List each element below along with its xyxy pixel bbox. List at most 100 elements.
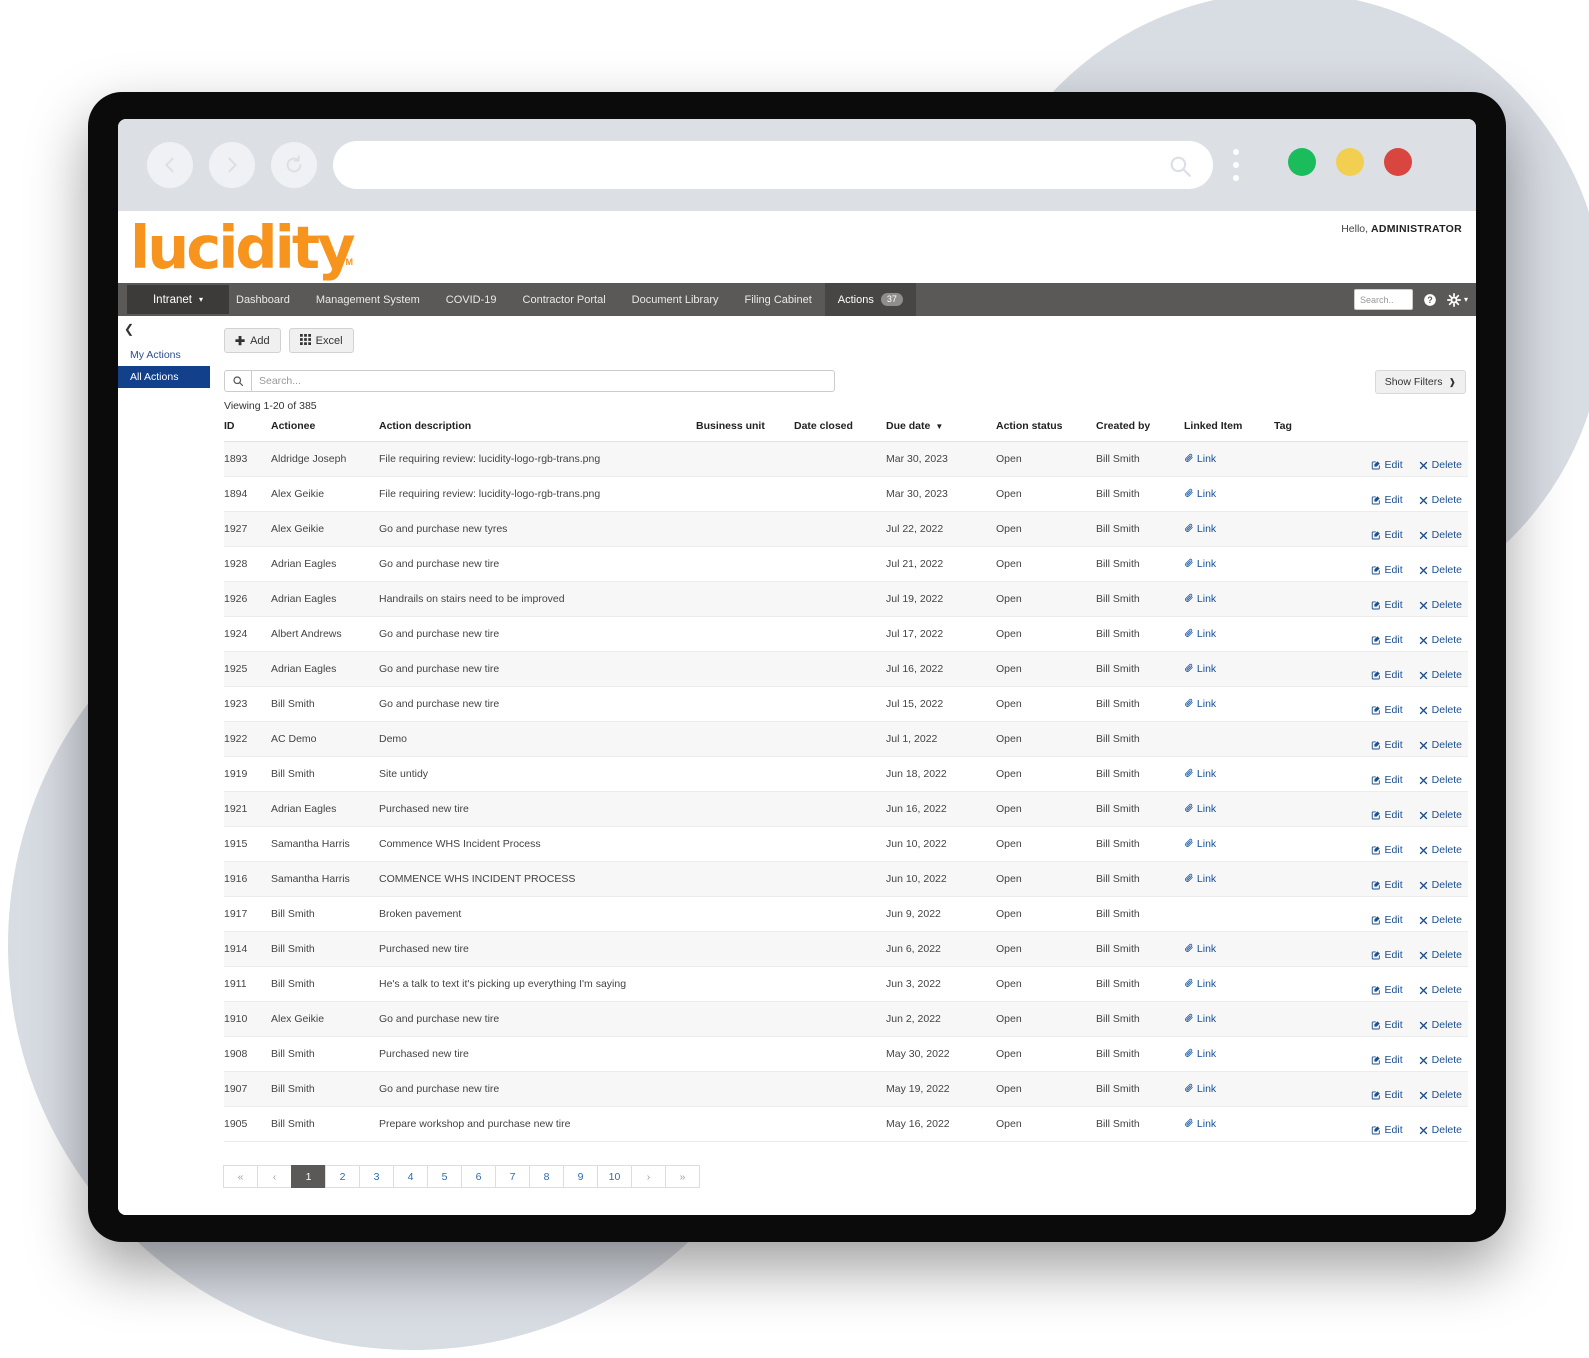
cell-linked-item[interactable]: Link	[1184, 1001, 1274, 1037]
edit-row-button[interactable]: Edit	[1371, 949, 1403, 961]
cell-linked-item[interactable]: Link	[1184, 931, 1274, 967]
table-row[interactable]: 1927 Alex Geikie Go and purchase new tyres…	[224, 511, 1468, 547]
cell-linked-item[interactable]: Link	[1184, 861, 1274, 897]
column-header-tag[interactable]: Tag	[1274, 420, 1364, 442]
delete-row-button[interactable]: Delete	[1419, 809, 1462, 821]
delete-row-button[interactable]: Delete	[1419, 564, 1462, 576]
cell-linked-item[interactable]: Link	[1184, 616, 1274, 652]
delete-row-button[interactable]: Delete	[1419, 984, 1462, 996]
linked-item-link[interactable]: Link	[1184, 663, 1216, 675]
edit-row-button[interactable]: Edit	[1371, 669, 1403, 681]
cell-linked-item[interactable]: Link	[1184, 511, 1274, 547]
nav-item-dashboard[interactable]: Dashboard	[223, 283, 303, 316]
table-row[interactable]: 1910 Alex Geikie Go and purchase new tire J…	[224, 1001, 1468, 1037]
column-header-created-by[interactable]: Created by	[1096, 420, 1184, 442]
column-header-business-unit[interactable]: Business unit	[696, 420, 794, 442]
pagination-page-3[interactable]: 3	[359, 1165, 394, 1188]
cell-linked-item[interactable]: Link	[1184, 1071, 1274, 1107]
table-row[interactable]: 1923 Bill Smith Go and purchase new tire Ju…	[224, 686, 1468, 722]
help-circle-icon[interactable]: ?	[1423, 293, 1437, 307]
linked-item-link[interactable]: Link	[1184, 698, 1216, 710]
pagination-page-4[interactable]: 4	[393, 1165, 428, 1188]
edit-row-button[interactable]: Edit	[1371, 599, 1403, 611]
edit-row-button[interactable]: Edit	[1371, 704, 1403, 716]
cell-linked-item[interactable]: Link	[1184, 1106, 1274, 1142]
window-dot-red[interactable]	[1384, 148, 1412, 176]
edit-row-button[interactable]: Edit	[1371, 1019, 1403, 1031]
delete-row-button[interactable]: Delete	[1419, 634, 1462, 646]
add-button[interactable]: ✚ Add	[224, 328, 281, 353]
linked-item-link[interactable]: Link	[1184, 1048, 1216, 1060]
table-row[interactable]: 1893 Aldridge Joseph File requiring review…	[224, 441, 1468, 477]
edit-row-button[interactable]: Edit	[1371, 984, 1403, 996]
kebab-menu-icon[interactable]	[1233, 149, 1239, 181]
sidebar-item-all-actions[interactable]: All Actions	[118, 366, 210, 388]
delete-row-button[interactable]: Delete	[1419, 1019, 1462, 1031]
delete-row-button[interactable]: Delete	[1419, 704, 1462, 716]
table-row[interactable]: 1908 Bill Smith Purchased new tire May 30, …	[224, 1036, 1468, 1072]
linked-item-link[interactable]: Link	[1184, 453, 1216, 465]
column-header-actionee[interactable]: Actionee	[271, 420, 379, 442]
delete-row-button[interactable]: Delete	[1419, 1054, 1462, 1066]
linked-item-link[interactable]: Link	[1184, 558, 1216, 570]
table-row[interactable]: 1914 Bill Smith Purchased new tire Jun 6, 2…	[224, 931, 1468, 967]
table-row[interactable]: 1922 AC Demo Demo Jul 1, 2022 Open Bill Smith…	[224, 721, 1468, 757]
cell-linked-item[interactable]: Link	[1184, 476, 1274, 512]
linked-item-link[interactable]: Link	[1184, 838, 1216, 850]
linked-item-link[interactable]: Link	[1184, 628, 1216, 640]
cell-linked-item[interactable]: Link	[1184, 966, 1274, 1002]
linked-item-link[interactable]: Link	[1184, 943, 1216, 955]
linked-item-link[interactable]: Link	[1184, 523, 1216, 535]
browser-url-bar[interactable]	[333, 141, 1213, 189]
excel-export-button[interactable]: Excel	[288, 328, 354, 353]
delete-row-button[interactable]: Delete	[1419, 494, 1462, 506]
linked-item-link[interactable]: Link	[1184, 978, 1216, 990]
delete-row-button[interactable]: Delete	[1419, 739, 1462, 751]
edit-row-button[interactable]: Edit	[1371, 1089, 1403, 1101]
nav-item-covid-19[interactable]: COVID-19	[433, 283, 510, 316]
table-row[interactable]: 1928 Adrian Eagles Go and purchase new tir…	[224, 546, 1468, 582]
table-row[interactable]: 1917 Bill Smith Broken pavement Jun 9, 2022…	[224, 896, 1468, 932]
delete-row-button[interactable]: Delete	[1419, 459, 1462, 471]
sidebar-collapse-toggle[interactable]: ❮	[124, 322, 134, 336]
delete-row-button[interactable]: Delete	[1419, 914, 1462, 926]
pagination-page-1[interactable]: 1	[291, 1165, 326, 1188]
edit-row-button[interactable]: Edit	[1371, 564, 1403, 576]
table-row[interactable]: 1919 Bill Smith Site untidy Jun 18, 2022 Ope…	[224, 756, 1468, 792]
delete-row-button[interactable]: Delete	[1419, 529, 1462, 541]
table-row[interactable]: 1915 Samantha Harris Commence WHS Incident…	[224, 826, 1468, 862]
cell-linked-item[interactable]: Link	[1184, 791, 1274, 827]
linked-item-link[interactable]: Link	[1184, 488, 1216, 500]
edit-row-button[interactable]: Edit	[1371, 774, 1403, 786]
linked-item-link[interactable]: Link	[1184, 1083, 1216, 1095]
delete-row-button[interactable]: Delete	[1419, 1124, 1462, 1136]
pagination-first[interactable]: «	[223, 1165, 258, 1188]
nav-item-contractor-portal[interactable]: Contractor Portal	[510, 283, 619, 316]
window-dot-green[interactable]	[1288, 148, 1316, 176]
lucidity-logo[interactable]: lucidity	[130, 213, 356, 282]
delete-row-button[interactable]: Delete	[1419, 599, 1462, 611]
window-dot-yellow[interactable]	[1336, 148, 1364, 176]
edit-row-button[interactable]: Edit	[1371, 634, 1403, 646]
edit-row-button[interactable]: Edit	[1371, 459, 1403, 471]
gear-icon[interactable]: ▾	[1446, 292, 1468, 307]
table-row[interactable]: 1905 Bill Smith Prepare workshop and purch…	[224, 1106, 1468, 1142]
delete-row-button[interactable]: Delete	[1419, 669, 1462, 681]
pagination-prev[interactable]: ‹	[257, 1165, 292, 1188]
pagination-page-9[interactable]: 9	[563, 1165, 598, 1188]
delete-row-button[interactable]: Delete	[1419, 774, 1462, 786]
pagination-page-2[interactable]: 2	[325, 1165, 360, 1188]
edit-row-button[interactable]: Edit	[1371, 1124, 1403, 1136]
cell-linked-item[interactable]: Link	[1184, 546, 1274, 582]
browser-reload-button[interactable]	[271, 142, 317, 188]
pagination-page-5[interactable]: 5	[427, 1165, 462, 1188]
pagination-next[interactable]: ›	[631, 1165, 666, 1188]
table-row[interactable]: 1911 Bill Smith He's a talk to text it's p…	[224, 966, 1468, 1002]
linked-item-link[interactable]: Link	[1184, 803, 1216, 815]
browser-back-button[interactable]	[147, 142, 193, 188]
delete-row-button[interactable]: Delete	[1419, 949, 1462, 961]
cell-linked-item[interactable]: Link	[1184, 756, 1274, 792]
cell-linked-item[interactable]: Link	[1184, 441, 1274, 477]
search-input[interactable]	[251, 370, 835, 392]
nav-item-management-system[interactable]: Management System	[303, 283, 433, 316]
